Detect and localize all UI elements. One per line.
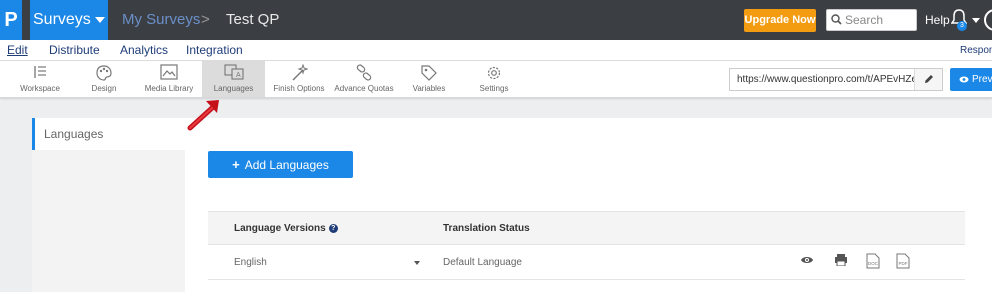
user-avatar[interactable] bbox=[984, 9, 992, 31]
edit-url-button[interactable] bbox=[914, 69, 942, 90]
survey-url-field[interactable]: https://www.questionpro.com/t/APEvHZeb bbox=[729, 68, 943, 91]
translate-icon: A bbox=[223, 64, 244, 80]
print-icon[interactable] bbox=[834, 254, 848, 266]
column-translation-status: Translation Status bbox=[443, 223, 530, 234]
tool-advance-quotas[interactable]: Advance Quotas bbox=[334, 61, 394, 97]
eye-icon bbox=[959, 76, 969, 83]
toolbar: Workspace Design Media Library A Languag… bbox=[0, 61, 992, 98]
pencil-icon bbox=[924, 75, 933, 84]
tool-label: Design bbox=[91, 84, 117, 93]
search-placeholder: Search bbox=[845, 13, 884, 27]
notification-badge: 3 bbox=[957, 21, 967, 31]
image-icon bbox=[160, 64, 178, 80]
table-row: English Default Language DOC PDF bbox=[208, 245, 965, 280]
product-label: Surveys bbox=[33, 11, 91, 28]
tool-media-library[interactable]: Media Library bbox=[140, 61, 198, 97]
eye-icon[interactable] bbox=[800, 254, 814, 266]
tool-label: Settings bbox=[479, 84, 509, 93]
svg-text:A: A bbox=[236, 72, 241, 79]
help-link[interactable]: Help bbox=[925, 13, 950, 27]
chevron-down-icon[interactable] bbox=[414, 261, 420, 265]
language-name: English bbox=[234, 257, 267, 268]
product-switcher[interactable]: Surveys bbox=[30, 0, 108, 40]
column-language-versions: Language Versions? bbox=[234, 223, 338, 234]
search-icon bbox=[831, 14, 842, 25]
table-header: Language Versions? Translation Status bbox=[208, 211, 965, 245]
survey-url-value: https://www.questionpro.com/t/APEvHZeb bbox=[737, 74, 923, 85]
translation-status: Default Language bbox=[443, 257, 522, 268]
chevron-down-icon bbox=[94, 16, 105, 23]
pdf-file-icon[interactable]: PDF bbox=[896, 253, 910, 269]
gear-icon bbox=[487, 66, 501, 80]
svg-text:PDF: PDF bbox=[899, 261, 908, 266]
preview-button[interactable]: Previ bbox=[950, 68, 992, 91]
tool-label: Variables bbox=[412, 84, 446, 93]
svg-text:DOC: DOC bbox=[868, 261, 879, 266]
help-icon[interactable]: ? bbox=[328, 223, 338, 233]
tool-label: Advance Quotas bbox=[334, 84, 394, 93]
upgrade-button[interactable]: Upgrade Now bbox=[744, 9, 816, 32]
top-bar: P Surveys My Surveys > Test QP Upgrade N… bbox=[0, 0, 992, 40]
tool-languages[interactable]: A Languages bbox=[202, 61, 265, 97]
breadcrumb-current: Test QP bbox=[226, 11, 280, 28]
add-languages-button[interactable]: + Add Languages bbox=[208, 151, 353, 178]
palette-icon bbox=[96, 65, 112, 81]
menu-distribute[interactable]: Distribute bbox=[49, 43, 100, 57]
breadcrumb-my-surveys[interactable]: My Surveys bbox=[122, 11, 200, 28]
menu-responses[interactable]: Respons bbox=[960, 45, 992, 56]
menu-integration[interactable]: Integration bbox=[186, 43, 243, 57]
breadcrumb-separator: > bbox=[201, 11, 210, 28]
menu-analytics[interactable]: Analytics bbox=[120, 43, 168, 57]
plus-icon: + bbox=[232, 157, 240, 172]
annotation-arrow bbox=[187, 100, 219, 131]
chevron-down-icon[interactable] bbox=[972, 18, 980, 23]
wand-icon bbox=[292, 64, 308, 81]
sidebar: Languages bbox=[32, 118, 185, 292]
logo[interactable]: P bbox=[0, 0, 22, 40]
tool-label: Finish Options bbox=[273, 84, 325, 93]
column-label: Language Versions bbox=[234, 223, 326, 234]
tool-label: Media Library bbox=[144, 84, 194, 93]
tool-variables[interactable]: Variables bbox=[408, 61, 450, 97]
tool-workspace[interactable]: Workspace bbox=[12, 61, 68, 97]
sidebar-item-languages[interactable]: Languages bbox=[32, 118, 185, 150]
add-languages-label: Add Languages bbox=[244, 158, 329, 172]
menu-bar: Edit Distribute Analytics Integration Re… bbox=[0, 40, 992, 61]
doc-file-icon[interactable]: DOC bbox=[866, 253, 880, 269]
tool-settings[interactable]: Settings bbox=[474, 61, 514, 97]
tool-design[interactable]: Design bbox=[80, 61, 128, 97]
link-icon bbox=[356, 64, 372, 81]
tool-finish-options[interactable]: Finish Options bbox=[271, 61, 327, 97]
tag-icon bbox=[421, 65, 437, 81]
workspace-icon bbox=[34, 66, 46, 78]
tool-label: Languages bbox=[213, 84, 254, 93]
preview-label: Previ bbox=[972, 74, 992, 85]
menu-edit[interactable]: Edit bbox=[7, 43, 28, 57]
tool-label: Workspace bbox=[20, 84, 60, 93]
search-input[interactable]: Search bbox=[826, 9, 917, 31]
